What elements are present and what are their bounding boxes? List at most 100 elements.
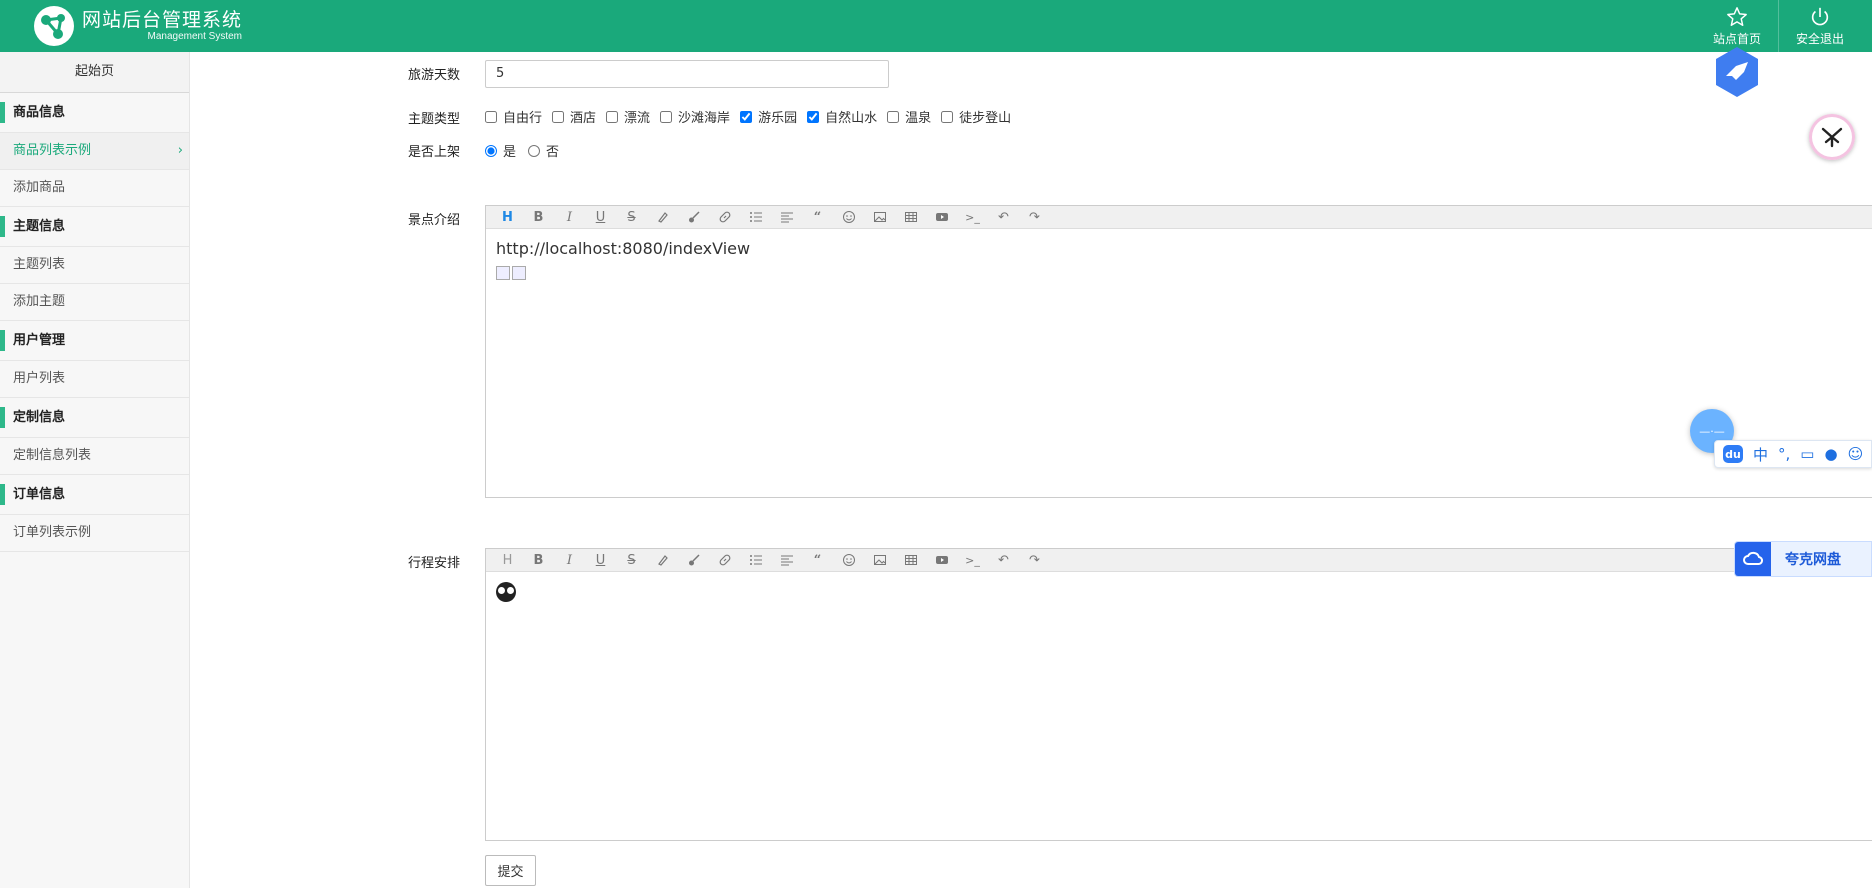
sidebar-item-custom-list[interactable]: 定制信息列表 [0,438,189,475]
video-icon[interactable] [926,549,957,571]
checkbox[interactable] [740,110,753,123]
table-icon[interactable] [895,549,926,571]
ime-punctuation-toggle[interactable]: °, [1778,445,1790,463]
quote-icon[interactable]: “ [802,206,833,228]
sidebar-start-page[interactable]: 起始页 [0,52,189,93]
theme-option-beach[interactable]: 沙滩海岸 [660,107,730,126]
video-icon[interactable] [926,206,957,228]
intro-editor-content[interactable]: http://localhost:8080/indexView [486,229,1872,290]
theme-checkbox-group: 自由行 酒店 漂流 沙滩海岸 游乐园 自然山水 温泉 徒步登山 [485,107,1021,126]
checkbox-label: 徒步登山 [959,111,1012,126]
image-icon[interactable] [864,206,895,228]
sidebar-item-goods-list[interactable]: 商品列表示例 › [0,133,189,170]
image-icon[interactable] [864,549,895,571]
list-icon[interactable] [740,549,771,571]
theme-option-rafting[interactable]: 漂流 [606,107,650,126]
theme-option-hot-spring[interactable]: 温泉 [887,107,931,126]
quark-cloud-button[interactable]: 夸克网盘 [1734,541,1872,577]
checkbox[interactable] [606,110,619,123]
theme-option-free-travel[interactable]: 自由行 [485,107,542,126]
table-icon[interactable] [895,206,926,228]
checkbox-label: 温泉 [905,111,932,126]
sidebar-group-custom: 定制信息 [0,398,189,438]
logout-button[interactable]: 安全退出 [1778,0,1861,52]
power-icon [1811,7,1829,25]
theme-option-hotel[interactable]: 酒店 [552,107,596,126]
underline-icon[interactable]: U [585,206,616,228]
star-icon [1727,6,1747,26]
bold-icon[interactable]: B [523,549,554,571]
ime-chinese-toggle[interactable]: 中 [1753,444,1768,465]
quote-icon[interactable]: “ [802,549,833,571]
on-sale-label: 是否上架 [408,145,461,160]
ime-keyboard-icon[interactable]: ▭ [1800,445,1814,463]
theme-option-hiking[interactable]: 徒步登山 [941,107,1011,126]
schedule-editor-content[interactable] [486,572,1872,612]
checkbox-label: 漂流 [624,111,651,126]
chevron-right-icon: › [177,143,183,158]
bold-icon[interactable]: B [523,206,554,228]
undo-icon[interactable]: ↶ [988,206,1019,228]
heading-icon[interactable]: H [492,549,523,571]
redo-icon[interactable]: ↷ [1019,206,1050,228]
underline-icon[interactable]: U [585,549,616,571]
ime-du-icon[interactable]: du [1723,445,1743,463]
sidebar-item-order-list[interactable]: 订单列表示例 [0,515,189,552]
emoji-icon[interactable] [833,206,864,228]
italic-icon[interactable]: I [554,549,585,571]
theme-option-nature[interactable]: 自然山水 [807,107,877,126]
emoji-icon[interactable] [833,549,864,571]
brush-icon[interactable] [678,549,709,571]
sidebar: 起始页 商品信息 商品列表示例 › 添加商品 主题信息 主题列表 添加主题 用户… [0,52,190,888]
sidebar-item-theme-list[interactable]: 主题列表 [0,247,189,284]
link-icon[interactable] [709,549,740,571]
on-sale-no[interactable]: 否 [528,141,559,160]
code-icon[interactable]: >_ [957,206,988,228]
checkbox[interactable] [941,110,954,123]
align-icon[interactable] [771,549,802,571]
sidebar-item-add-theme[interactable]: 添加主题 [0,284,189,321]
radio-label: 否 [546,145,560,160]
undo-icon[interactable]: ↶ [988,549,1019,571]
radio[interactable] [528,144,541,157]
brand[interactable]: 网站后台管理系统 Management System [32,0,242,52]
brush-icon[interactable] [678,206,709,228]
strikethrough-icon[interactable]: S [616,549,647,571]
redo-icon[interactable]: ↷ [1019,549,1050,571]
on-sale-yes[interactable]: 是 [485,141,516,160]
sidebar-group-theme: 主题信息 [0,207,189,247]
highlighter-icon[interactable] [647,549,678,571]
top-header: 网站后台管理系统 Management System 站点首页 安全退出 [0,0,1872,52]
checkbox[interactable] [807,110,820,123]
heading-icon[interactable]: H [492,206,523,228]
editor-toolbar: H B I U S “ >_ ↶ ↷ [486,206,1872,229]
ime-more-icon[interactable]: ☺ [1848,445,1864,463]
italic-icon[interactable]: I [554,206,585,228]
logo-icon [34,6,74,46]
link-icon[interactable] [709,206,740,228]
highlighter-icon[interactable] [647,206,678,228]
sidebar-item-user-list[interactable]: 用户列表 [0,361,189,398]
broken-image-icon [496,266,510,280]
theme-type-label: 主题类型 [408,112,461,127]
floating-ai-icon[interactable] [1809,114,1855,160]
cloud-icon [1735,542,1771,576]
days-input[interactable]: 5 [485,60,889,88]
theme-option-amusement-park[interactable]: 游乐园 [740,107,797,126]
checkbox[interactable] [660,110,673,123]
ime-skin-icon[interactable]: ● [1824,445,1837,463]
ime-toolbar: du 中 °, ▭ ● ☺ [1714,440,1872,468]
checkbox[interactable] [552,110,565,123]
sidebar-group-goods: 商品信息 [0,93,189,133]
checkbox[interactable] [485,110,497,123]
floating-bird-icon[interactable] [1714,46,1760,98]
strikethrough-icon[interactable]: S [616,206,647,228]
code-icon[interactable]: >_ [957,549,988,571]
site-home-button[interactable]: 站点首页 [1696,0,1778,52]
list-icon[interactable] [740,206,771,228]
submit-button[interactable]: 提交 [485,855,536,886]
align-icon[interactable] [771,206,802,228]
sidebar-item-add-goods[interactable]: 添加商品 [0,170,189,207]
checkbox[interactable] [887,110,900,123]
radio[interactable] [485,144,497,157]
